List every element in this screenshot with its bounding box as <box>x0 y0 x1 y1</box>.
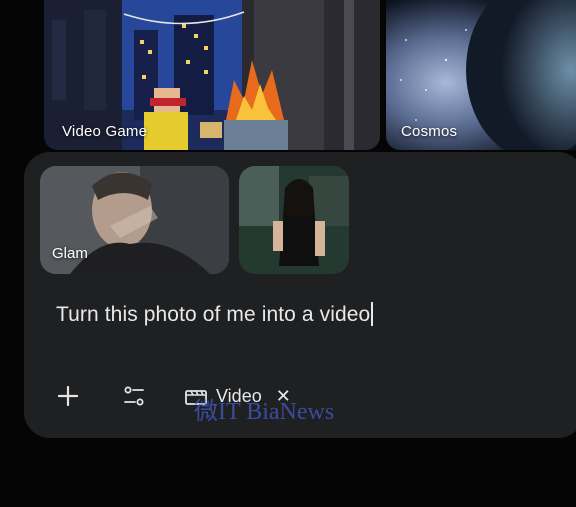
add-button[interactable] <box>54 382 82 410</box>
style-card-video-game[interactable]: Video Game <box>44 0 380 150</box>
clapperboard-icon <box>185 390 207 405</box>
style-card-cosmos[interactable]: Cosmos <box>386 0 576 150</box>
attachment-label: Glam <box>52 245 88 262</box>
attachment-photo[interactable] <box>239 166 349 274</box>
tune-icon <box>124 386 144 406</box>
attachment-glam[interactable]: Glam <box>40 166 229 274</box>
video-chip-label: Video <box>216 385 262 406</box>
plus-icon <box>57 385 79 407</box>
style-card-label: Video Game <box>62 123 148 140</box>
video-mode-chip[interactable]: Video ✕ <box>184 382 291 410</box>
prompt-input[interactable]: Turn this photo of me into a video <box>56 302 374 327</box>
prompt-composer: Glam Turn this photo of me into a video <box>24 152 576 438</box>
tools-button[interactable] <box>120 382 148 410</box>
close-icon[interactable]: ✕ <box>276 387 291 405</box>
style-card-label: Cosmos <box>401 123 458 140</box>
user-photo <box>239 166 349 274</box>
prompt-text: Turn this photo of me into a video <box>56 303 371 326</box>
text-caret <box>371 302 374 326</box>
